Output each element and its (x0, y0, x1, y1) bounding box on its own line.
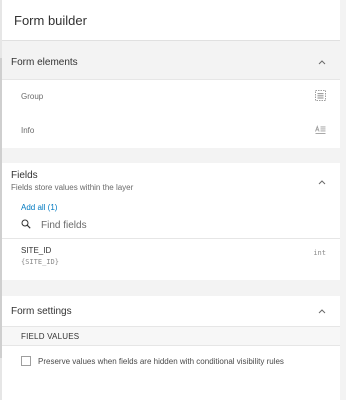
form-elements-title: Form elements (11, 56, 78, 68)
field-search[interactable]: Find fields (2, 212, 340, 239)
preserve-values-checkbox[interactable] (21, 356, 31, 366)
form-settings-title: Form settings (11, 305, 72, 317)
chevron-up-icon[interactable] (316, 176, 328, 188)
add-all-link[interactable]: Add all (1) (2, 192, 340, 212)
chevron-up-icon[interactable] (316, 305, 328, 317)
search-icon (21, 216, 31, 234)
field-values-subheader: FIELD VALUES (2, 326, 340, 346)
field-item[interactable]: SITE_ID {SITE_ID} int (2, 239, 340, 280)
divider (2, 280, 340, 296)
panel-title: Form builder (14, 12, 87, 28)
fields-header[interactable]: Fields Fields store values within the la… (2, 163, 340, 192)
fields-subtitle: Fields store values within the layer (11, 183, 134, 192)
scrollbar[interactable] (340, 0, 346, 400)
form-element-group[interactable]: Group (2, 80, 340, 114)
field-values-title: FIELD VALUES (21, 331, 80, 341)
chevron-up-icon[interactable] (316, 56, 328, 68)
panel-header: Form builder (2, 0, 340, 41)
divider (2, 148, 340, 163)
text-info-icon (315, 122, 326, 140)
form-builder-panel: Form builder Form elements Group Info Fi… (2, 0, 340, 400)
form-elements-header[interactable]: Form elements (2, 45, 340, 80)
fields-section: Fields Fields store values within the la… (2, 163, 340, 280)
form-element-label: Info (21, 126, 35, 135)
field-alias: {SITE_ID} (21, 258, 59, 266)
form-element-info[interactable]: Info (2, 114, 340, 148)
preserve-values-label: Preserve values when fields are hidden w… (38, 356, 284, 366)
field-name: SITE_ID (21, 246, 52, 255)
fields-title: Fields (11, 170, 38, 181)
form-element-label: Group (21, 92, 44, 101)
field-type: int (313, 249, 326, 257)
form-settings-header[interactable]: Form settings (2, 296, 340, 326)
search-input[interactable]: Find fields (41, 220, 87, 231)
group-icon (315, 88, 326, 106)
preserve-values-option[interactable]: Preserve values when fields are hidden w… (2, 346, 340, 376)
